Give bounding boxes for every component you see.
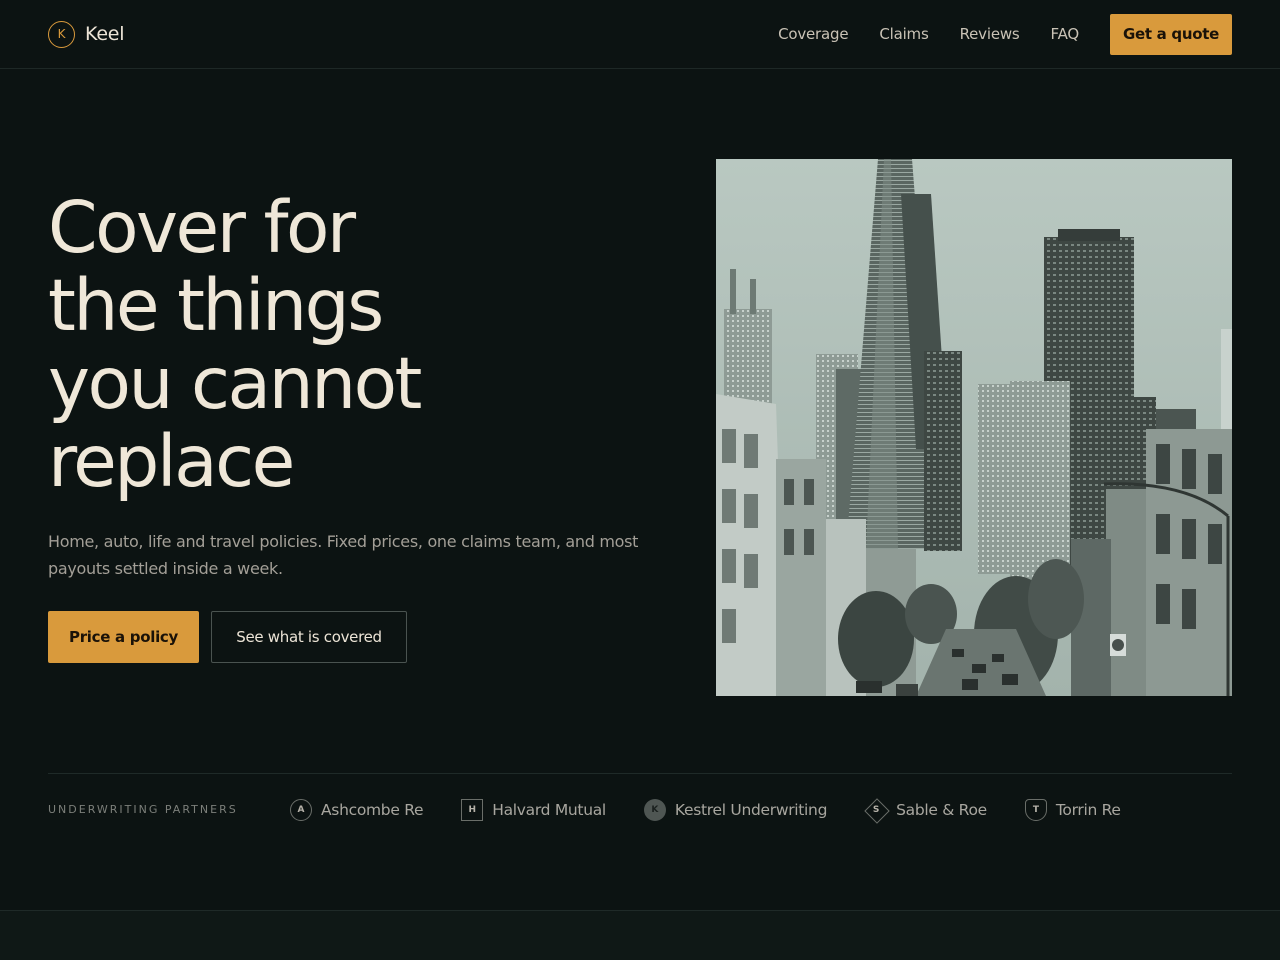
next-section-band bbox=[0, 910, 1280, 960]
hero-subtitle: Home, auto, life and travel policies. Fi… bbox=[48, 532, 639, 578]
partner-name: Ashcombe Re bbox=[321, 800, 424, 819]
hero-title: Cover for the things you cannot replace bbox=[48, 189, 668, 501]
get-quote-button[interactable]: Get a quote bbox=[1110, 13, 1232, 55]
hero-title-line: you cannot bbox=[48, 342, 422, 425]
page: K Keel Coverage Claims Reviews FAQ Get a… bbox=[0, 0, 1280, 960]
diamond-mark-letter: S bbox=[872, 804, 880, 815]
brand-logo[interactable]: K Keel bbox=[48, 20, 125, 48]
partner-name: Kestrel Underwriting bbox=[674, 800, 828, 819]
partner-torrin-re: T Torrin Re bbox=[1024, 798, 1121, 821]
nav-link-faq[interactable]: FAQ bbox=[1051, 25, 1080, 43]
diamond-mark-icon: S bbox=[865, 799, 887, 821]
partner-name: Halvard Mutual bbox=[492, 800, 606, 819]
partner-sable-roe: S Sable & Roe bbox=[865, 799, 987, 821]
partner-halvard-mutual: H Halvard Mutual bbox=[461, 798, 606, 821]
hero-title-line: Cover for bbox=[48, 186, 356, 269]
brand-mark-icon: K bbox=[48, 20, 75, 48]
partners-label: UNDERWRITING PARTNERS bbox=[48, 803, 238, 816]
circle-mark-icon: A bbox=[290, 798, 312, 821]
nav-link-reviews[interactable]: Reviews bbox=[960, 25, 1020, 43]
partner-ashcombe-re: A Ashcombe Re bbox=[290, 798, 424, 821]
hero-title-line: the things bbox=[48, 264, 384, 347]
partner-name: Torrin Re bbox=[1055, 800, 1121, 819]
nav-link-claims[interactable]: Claims bbox=[879, 25, 928, 43]
hero-title-line: replace bbox=[48, 420, 295, 503]
main-nav: Coverage Claims Reviews FAQ Get a quote bbox=[778, 13, 1232, 55]
price-policy-button[interactable]: Price a policy bbox=[48, 611, 199, 663]
shield-mark-icon: T bbox=[1024, 798, 1047, 821]
partner-kestrel-underwriting: K Kestrel Underwriting bbox=[643, 798, 828, 821]
nav-link-coverage[interactable]: Coverage bbox=[778, 25, 848, 43]
city-skyline-illustration bbox=[716, 159, 1232, 696]
hero-city-photo bbox=[716, 159, 1232, 696]
square-mark-icon: H bbox=[461, 798, 484, 821]
partner-name: Sable & Roe bbox=[896, 800, 987, 819]
brand-name: Keel bbox=[85, 23, 125, 45]
see-coverage-button[interactable]: See what is covered bbox=[211, 611, 407, 663]
filled-circle-mark-icon: K bbox=[643, 798, 666, 821]
site-header: K Keel Coverage Claims Reviews FAQ Get a… bbox=[0, 0, 1280, 69]
partners-strip: UNDERWRITING PARTNERS A Ashcombe Re H Ha… bbox=[48, 773, 1232, 845]
hero-cta-row: Price a policy See what is covered bbox=[48, 611, 407, 663]
